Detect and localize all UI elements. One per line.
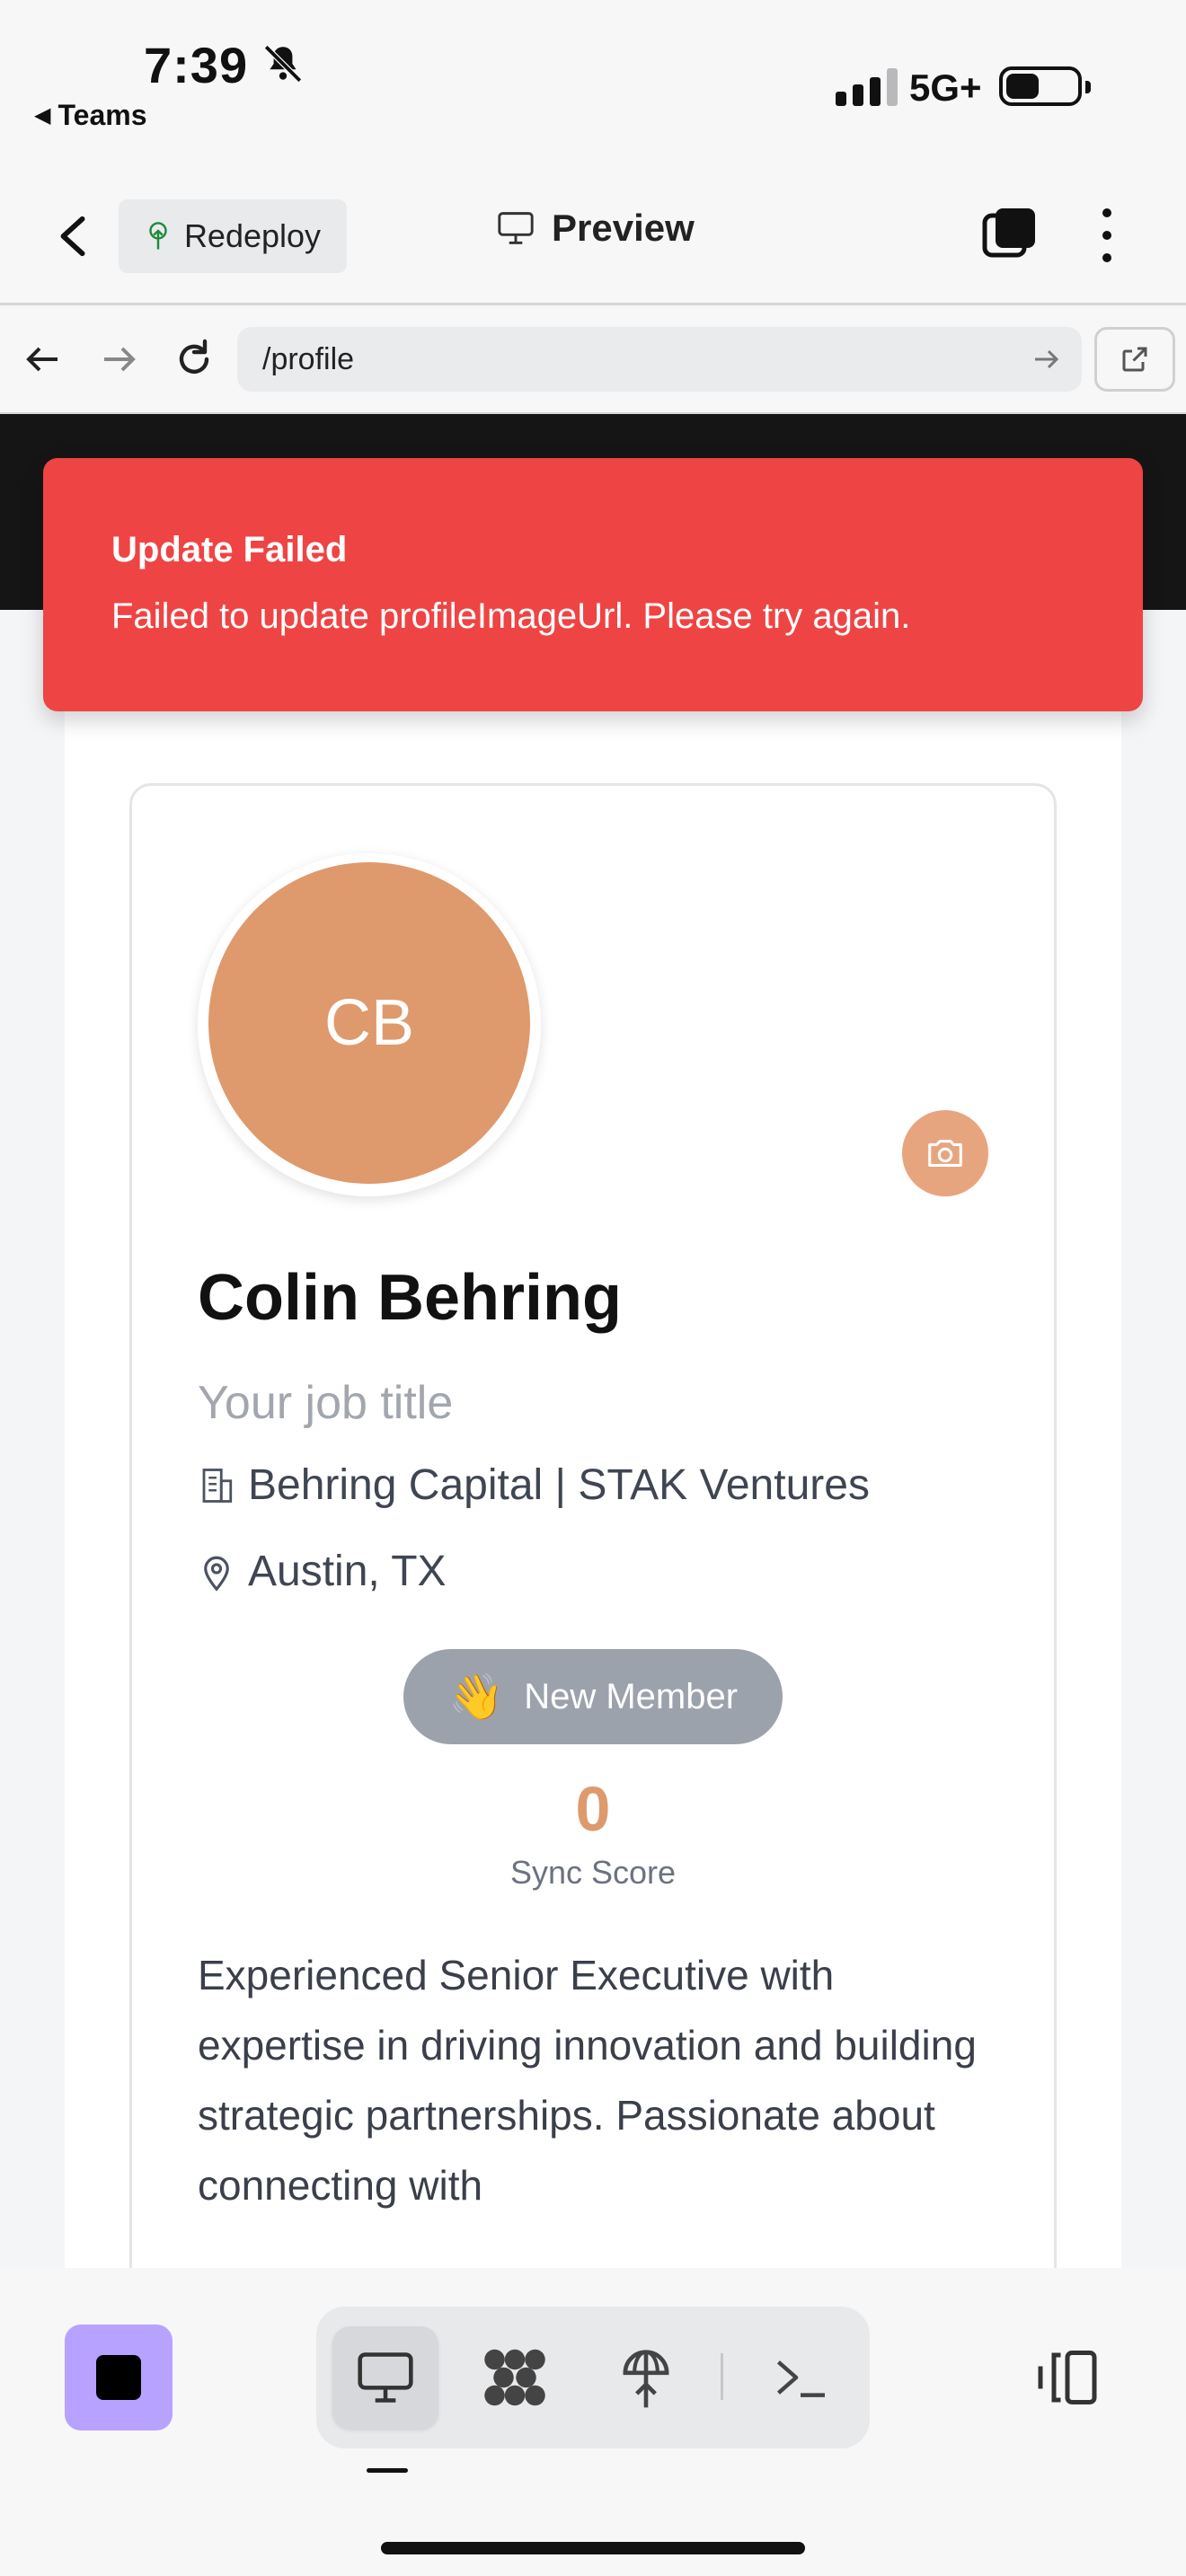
location-text: Austin, TX xyxy=(248,1548,447,1595)
open-external-button[interactable] xyxy=(1094,327,1175,392)
profile-bio: Experienced Senior Executive with expert… xyxy=(198,1952,977,2209)
bell-muted-icon xyxy=(264,45,302,83)
dock-terminal-button[interactable] xyxy=(748,2326,854,2429)
terminal-icon xyxy=(776,2360,825,2397)
avatar-initials: CB xyxy=(323,987,415,1059)
chevron-left-icon[interactable] xyxy=(56,214,92,259)
deploy-tree-icon xyxy=(149,222,167,250)
back-to-app-link[interactable]: ◀ Teams xyxy=(34,99,146,132)
preview-tab[interactable]: Preview xyxy=(496,207,695,250)
toast-message: Failed to update profileImageUrl. Please… xyxy=(111,596,911,636)
dock-deploy-button[interactable] xyxy=(593,2326,699,2429)
error-toast[interactable] xyxy=(43,458,1143,711)
stop-button[interactable] xyxy=(65,2325,173,2430)
active-indicator xyxy=(367,2468,408,2473)
url-input[interactable]: /profile xyxy=(237,327,1082,392)
sync-score-label: Sync Score xyxy=(509,1854,677,1891)
battery-icon xyxy=(999,66,1091,106)
more-menu-icon[interactable] xyxy=(1096,208,1118,262)
arrow-left-icon[interactable] xyxy=(22,338,65,381)
company-row: Behring Capital | STAK Ventures xyxy=(198,1460,870,1510)
dock-separator xyxy=(721,2353,723,2400)
back-triangle-icon: ◀ xyxy=(34,103,51,128)
redeploy-label: Redeploy xyxy=(183,217,322,254)
tabs-icon[interactable] xyxy=(981,205,1039,262)
sync-score-value: 0 xyxy=(575,1774,611,1844)
redeploy-button[interactable]: Redeploy xyxy=(119,199,347,273)
job-title-field[interactable]: Your job title xyxy=(198,1376,453,1430)
dock-preview-button[interactable] xyxy=(332,2326,438,2429)
company-text: Behring Capital | STAK Ventures xyxy=(248,1461,870,1509)
waving-hand-icon: 👋 xyxy=(447,1671,505,1722)
monitor-icon xyxy=(358,2352,413,2403)
change-photo-button[interactable] xyxy=(902,1110,988,1196)
dock-cluster-button[interactable] xyxy=(462,2326,568,2429)
camera-icon xyxy=(928,1140,962,1167)
status-time: 7:39 xyxy=(144,37,249,93)
external-link-icon xyxy=(1122,347,1147,372)
signal-icon xyxy=(836,63,898,106)
deploy-icon xyxy=(623,2350,669,2408)
badge-label: New Member xyxy=(524,1676,739,1716)
panel-layout-icon[interactable] xyxy=(1033,2346,1102,2409)
profile-name: Colin Behring xyxy=(198,1262,622,1334)
back-app-label: Teams xyxy=(58,99,147,131)
reload-icon[interactable] xyxy=(173,338,216,381)
go-arrow-icon[interactable] xyxy=(1030,343,1062,375)
location-row: Austin, TX xyxy=(198,1547,447,1596)
home-indicator xyxy=(381,2542,805,2554)
arrow-right-icon[interactable] xyxy=(97,338,140,381)
building-icon xyxy=(202,1468,233,1503)
toast-title: Update Failed xyxy=(111,530,348,569)
cluster-icon xyxy=(484,2349,545,2406)
member-badge: 👋 New Member xyxy=(403,1649,783,1744)
monitor-icon xyxy=(498,212,534,244)
stop-square-icon xyxy=(96,2355,141,2400)
preview-label: Preview xyxy=(552,207,695,249)
avatar[interactable]: CB xyxy=(208,862,530,1184)
map-pin-icon xyxy=(204,1556,229,1592)
network-type: 5G+ xyxy=(909,66,982,109)
